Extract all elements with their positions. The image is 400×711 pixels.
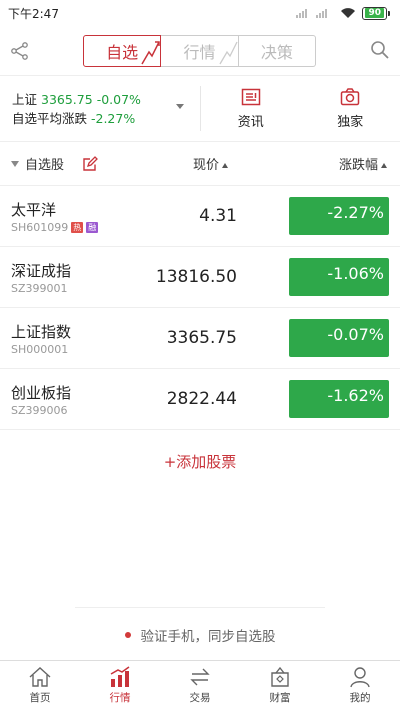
sort-change[interactable]: 涨跌幅 [339, 154, 387, 173]
stock-code: SZ399001 [11, 282, 68, 295]
index-value: 3365.75 [41, 92, 93, 107]
table-row[interactable]: 太平洋 SH601099 热 融 4.31 -2.27% [0, 186, 400, 247]
index-change: -0.07% [96, 92, 141, 107]
tab-home-label: 首页 [29, 692, 51, 704]
table-row[interactable]: 创业板指 SZ399006 2822.44 -1.62% [0, 369, 400, 430]
stock-name: 创业板指 [11, 384, 72, 402]
trade-arrows-icon [190, 668, 210, 686]
margin-badge: 融 [86, 222, 99, 233]
tab-trade[interactable]: 交易 [160, 661, 240, 711]
tab-market[interactable]: 行情 [161, 35, 239, 67]
news-label: 资讯 [237, 115, 264, 130]
tab-market-bottom[interactable]: 行情 [80, 661, 160, 711]
sort-price[interactable]: 现价 [193, 154, 229, 173]
avg-label: 自选平均涨跌 [12, 111, 88, 126]
home-icon [29, 667, 51, 687]
stock-price: 4.31 [199, 206, 237, 226]
tab-home[interactable]: 首页 [0, 661, 80, 711]
bottom-tab-bar: 首页 行情 交易 财富 我的 [0, 660, 400, 711]
exclusive-label: 独家 [337, 115, 364, 130]
share-icon[interactable] [10, 41, 30, 61]
red-dot-icon [124, 632, 131, 638]
index-name: 上证 [12, 92, 38, 107]
signal-icon [296, 9, 328, 18]
stock-price: 2822.44 [166, 389, 237, 409]
stock-name: 深证成指 [11, 262, 72, 280]
trend-arrow-icon [219, 41, 238, 65]
trend-arrow-icon [141, 41, 161, 65]
edit-icon[interactable] [82, 155, 98, 172]
tab-decision-label: 决策 [260, 43, 293, 62]
tab-decision[interactable]: 决策 [238, 35, 316, 67]
table-row[interactable]: 深证成指 SZ399001 13816.50 -1.06% [0, 247, 400, 308]
market-summary: 上证 3365.75 -0.07% 自选平均涨跌 -2.27% 资讯 独家 [0, 76, 400, 142]
change-badge[interactable]: -2.27% [289, 197, 389, 235]
tab-market-label: 行情 [183, 43, 216, 62]
stock-name: 太平洋 [11, 201, 57, 219]
market-bars-icon [110, 666, 130, 687]
tab-watchlist-label: 自选 [106, 43, 139, 62]
status-icons: 90 [296, 6, 390, 20]
stock-price: 13816.50 [155, 267, 237, 287]
stock-code-line: SZ399006 [11, 404, 68, 417]
change-badge[interactable]: -0.07% [289, 319, 389, 357]
wifi-icon [341, 8, 356, 18]
sort-icon [222, 163, 229, 168]
news-icon [241, 88, 260, 106]
chevron-down-icon[interactable] [176, 104, 184, 109]
battery-icon: 90 [362, 6, 390, 20]
news-button[interactable]: 资讯 [201, 76, 301, 141]
stock-code-line: SH601099 热 融 [11, 221, 99, 234]
watchlist-group[interactable]: 自选股 [11, 154, 98, 173]
tab-trade-label: 交易 [189, 692, 211, 704]
index-summary[interactable]: 上证 3365.75 -0.07% 自选平均涨跌 -2.27% [0, 76, 200, 141]
stock-price: 3365.75 [166, 328, 237, 348]
tab-watchlist[interactable]: 自选 [83, 35, 162, 67]
change-badge[interactable]: -1.06% [289, 258, 389, 296]
exclusive-button[interactable]: 独家 [301, 76, 400, 141]
wealth-bag-icon [271, 666, 289, 687]
user-icon [350, 667, 370, 688]
stock-code-line: SH000001 [11, 343, 68, 356]
stock-code: SH601099 [11, 221, 69, 234]
tab-mine-label: 我的 [349, 692, 371, 704]
segment-control: 自选 行情 决策 [83, 35, 316, 67]
stock-list: 太平洋 SH601099 热 融 4.31 -2.27% 深证成指 SZ3990… [0, 186, 400, 430]
watchlist-title: 自选股 [25, 158, 65, 173]
stock-name: 上证指数 [11, 323, 72, 341]
caret-down-icon [11, 160, 19, 167]
divider [75, 607, 325, 608]
battery-level: 90 [365, 8, 384, 18]
change-header: 涨跌幅 [338, 158, 378, 173]
status-time: 下午2:47 [8, 6, 59, 21]
hot-badge: 热 [71, 222, 84, 233]
verify-phone-prompt[interactable]: 验证手机，同步自选股 [0, 625, 400, 645]
stock-code: SZ399006 [11, 404, 68, 417]
top-nav: 自选 行情 决策 [0, 26, 400, 76]
change-badge[interactable]: -1.62% [289, 380, 389, 418]
stock-code: SH000001 [11, 343, 69, 356]
search-icon[interactable] [370, 40, 390, 60]
tab-wealth[interactable]: 财富 [240, 661, 320, 711]
stock-code-line: SZ399001 [11, 282, 68, 295]
status-bar: 下午2:47 90 [0, 0, 400, 26]
table-row[interactable]: 上证指数 SH000001 3365.75 -0.07% [0, 308, 400, 369]
sort-icon [381, 163, 387, 168]
price-header: 现价 [193, 158, 220, 173]
list-header: 自选股 现价 涨跌幅 [0, 142, 400, 186]
verify-text: 验证手机，同步自选股 [140, 629, 276, 645]
avg-change: -2.27% [91, 111, 136, 126]
tab-market-label-bottom: 行情 [109, 692, 131, 704]
tab-wealth-label: 财富 [269, 692, 291, 704]
tab-mine[interactable]: 我的 [320, 661, 400, 711]
add-stock-button[interactable]: +添加股票 [0, 451, 400, 472]
camera-icon [341, 88, 360, 106]
